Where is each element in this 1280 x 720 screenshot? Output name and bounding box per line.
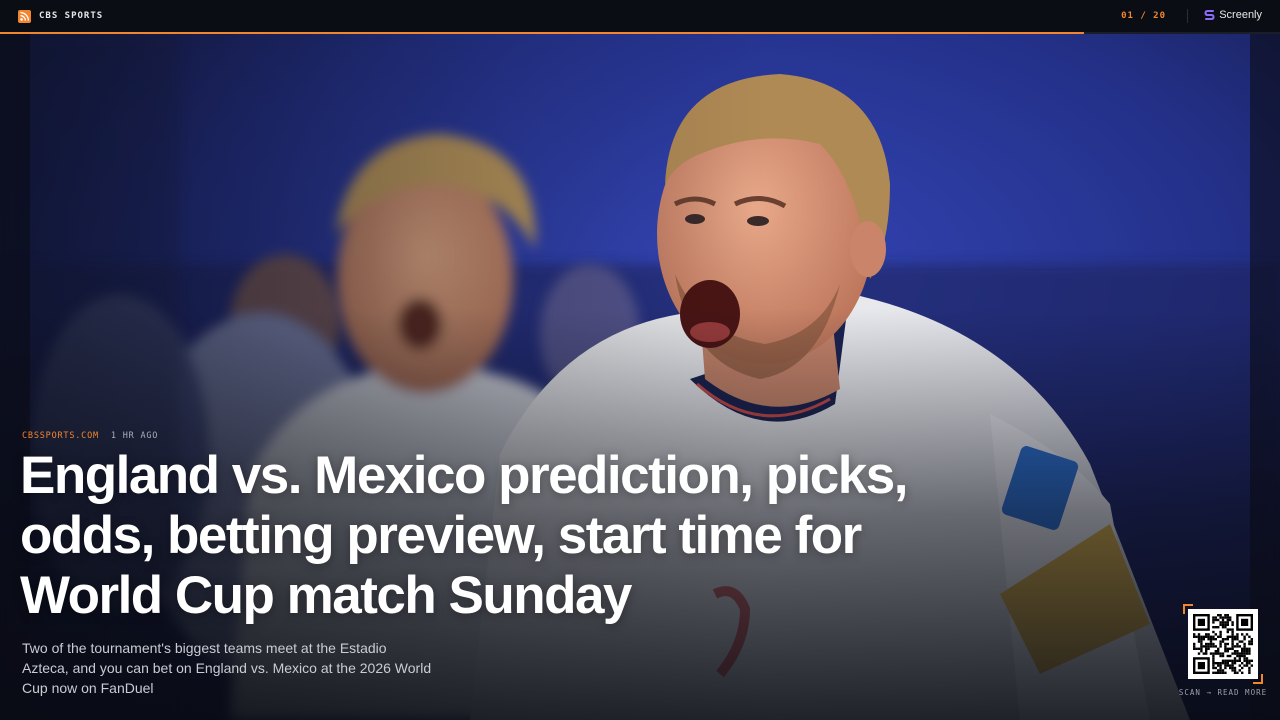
article-site: CBSSPORTS.COM [22, 431, 99, 441]
source-name: CBS SPORTS [39, 11, 104, 21]
qr-image [1188, 609, 1258, 679]
brand-name: Screenly [1219, 9, 1262, 21]
slide-counter: 01 / 20 [1121, 11, 1166, 21]
screenly-logo-icon [1204, 10, 1215, 20]
article-meta: CBSSPORTS.COM 1 HR AGO [22, 431, 158, 441]
feed-source: CBS SPORTS [18, 9, 103, 23]
article-age: 1 HR AGO [110, 431, 159, 441]
article-headline: England vs. Mexico prediction, picks, od… [20, 446, 908, 625]
qr-code[interactable] [1183, 604, 1263, 684]
top-bar: CBS SPORTS 01 / 20 Screenly [0, 0, 1280, 32]
slide: CBS SPORTS 01 / 20 Screenly CBSSPORTS.CO… [0, 0, 1280, 720]
article-dek: Two of the tournament's biggest teams me… [22, 640, 432, 696]
divider [1187, 9, 1188, 23]
slide-progress [0, 32, 1280, 34]
rss-icon [18, 9, 31, 23]
slide-progress-fill [0, 32, 1085, 34]
brand: Screenly [1204, 9, 1262, 21]
qr-label: SCAN → READ MORE [1178, 688, 1268, 697]
